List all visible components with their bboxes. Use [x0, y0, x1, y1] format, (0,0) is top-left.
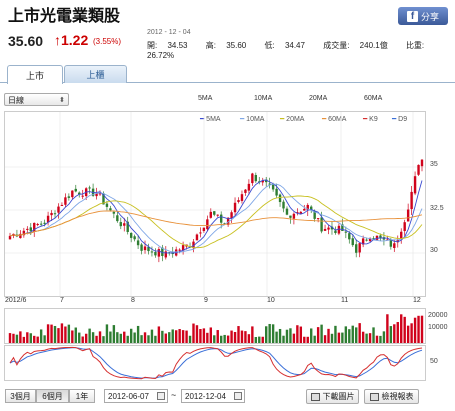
calendar-icon [157, 392, 165, 400]
x-label-oct: 10 [267, 297, 275, 304]
range-3m-button[interactable]: 3個月 [5, 389, 36, 403]
report-icon [369, 392, 379, 401]
price-tick-30: 30 [430, 247, 438, 254]
volume-tick-10000: 10000 [428, 324, 448, 331]
kd-chart[interactable] [4, 345, 426, 381]
x-label-sep: 9 [204, 297, 208, 304]
download-image-button[interactable]: 下載圖片 [306, 389, 359, 404]
view-report-button[interactable]: 檢視報表 [364, 389, 419, 404]
calendar-icon [234, 392, 242, 400]
range-6m-button[interactable]: 6個月 [36, 389, 69, 403]
kd-tick-50: 50 [430, 358, 438, 365]
volume-tick-20000: 20000 [428, 312, 448, 319]
range-1y-button[interactable]: 1年 [69, 389, 95, 403]
image-icon [310, 392, 320, 401]
x-label-jun: 2012/6 [5, 297, 27, 304]
start-date-field[interactable]: 2012-06-07 [104, 389, 168, 403]
end-date-field[interactable]: 2012-12-04 [181, 389, 245, 403]
price-tick-32-5: 32.5 [430, 205, 444, 212]
x-label-aug: 8 [131, 297, 135, 304]
price-tick-35: 35 [430, 161, 438, 168]
x-label-dec: 12 [413, 297, 421, 304]
date-separator: ~ [171, 390, 177, 400]
x-label-nov: 11 [341, 297, 349, 304]
volume-chart[interactable] [4, 308, 426, 344]
x-label-jul: 7 [60, 297, 64, 304]
